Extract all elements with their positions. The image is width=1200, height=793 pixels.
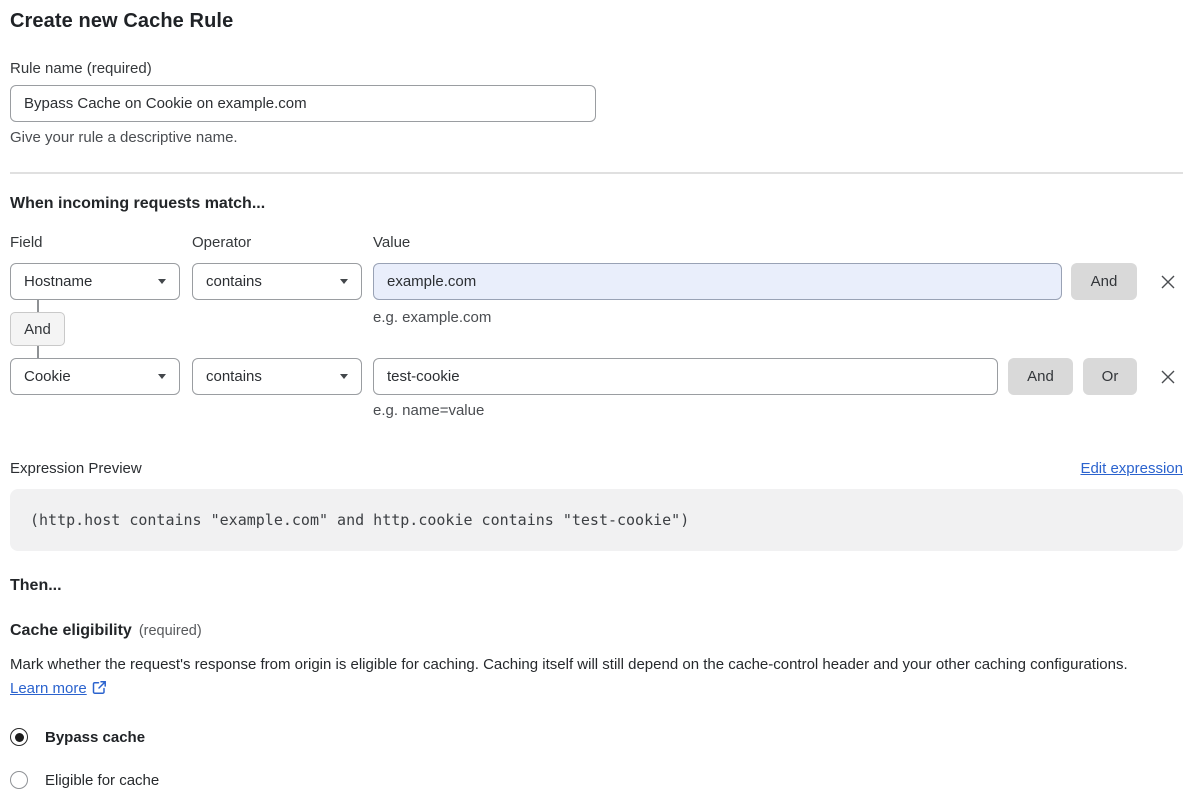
expression-code-block: (http.host contains "example.com" and ht… [10,489,1183,551]
learn-more-link[interactable]: Learn more [10,680,87,697]
radio-label: Eligible for cache [45,771,160,789]
chevron-down-icon [158,374,166,379]
chevron-down-icon [158,279,166,284]
cache-eligibility-description: Mark whether the request's response from… [10,653,1170,703]
value-column-label: Value [373,234,411,251]
remove-condition-button[interactable] [1154,358,1182,395]
close-icon [1161,370,1175,383]
section-divider [10,172,1183,174]
radio-option-bypass-cache[interactable]: Bypass cache [10,728,1183,746]
value-input[interactable] [373,358,998,395]
chevron-down-icon [340,279,348,284]
description-text: Mark whether the request's response from… [10,656,1128,673]
required-note: (required) [138,623,202,639]
field-select-value: Cookie [24,368,71,385]
expression-code: (http.host contains "example.com" and ht… [30,511,690,529]
external-link-icon [92,679,107,703]
operator-select-value: contains [206,273,262,290]
cache-eligibility-title: Cache eligibility [10,622,132,639]
field-column-label: Field [10,234,43,251]
rule-name-input[interactable] [10,85,596,122]
radio-label: Bypass cache [45,728,146,746]
value-hint: e.g. name=value [373,402,485,419]
radio-selected-icon [10,728,28,746]
cache-eligibility-heading: Cache eligibility (required) [10,622,1183,640]
close-icon [1161,275,1175,288]
condition-builder: Field Operator Value And Hostname contai… [10,234,1183,424]
chevron-down-icon [340,374,348,379]
then-heading: Then... [10,577,62,594]
page-title: Create new Cache Rule [10,10,234,32]
field-select[interactable]: Hostname [10,263,180,300]
add-or-condition-button[interactable]: Or [1083,358,1137,395]
value-input[interactable] [373,263,1062,300]
operator-select[interactable]: contains [192,358,362,395]
field-select-value: Hostname [24,273,93,290]
rule-name-label: Rule name (required) [10,60,152,77]
value-hint: e.g. example.com [373,309,492,326]
connector-and-button[interactable]: And [10,312,65,346]
create-cache-rule-page: Create new Cache Rule Rule name (require… [0,0,1200,793]
edit-expression-link[interactable]: Edit expression [1080,460,1183,477]
add-and-condition-button[interactable]: And [1008,358,1073,395]
radio-option-eligible-for-cache[interactable]: Eligible for cache [10,771,1183,789]
operator-select[interactable]: contains [192,263,362,300]
field-select[interactable]: Cookie [10,358,180,395]
expression-preview-header: Expression Preview Edit expression [10,460,1183,477]
operator-column-label: Operator [192,234,252,251]
remove-condition-button[interactable] [1154,263,1182,300]
match-heading: When incoming requests match... [10,195,266,212]
operator-select-value: contains [206,368,262,385]
add-and-condition-button[interactable]: And [1071,263,1137,300]
rule-name-helper: Give your rule a descriptive name. [10,129,238,146]
radio-unselected-icon [10,771,28,789]
expression-preview-label: Expression Preview [10,460,142,477]
